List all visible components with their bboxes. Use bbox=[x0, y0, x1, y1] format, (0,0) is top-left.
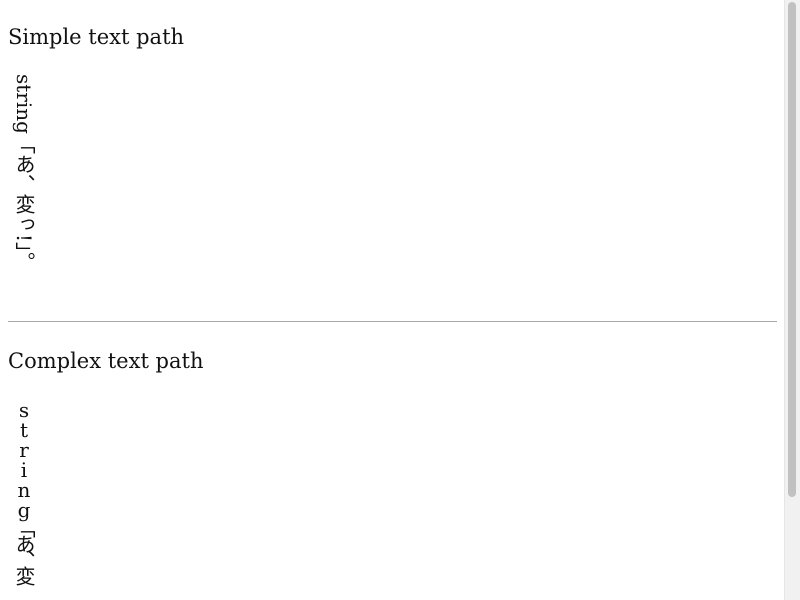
complex-text-path-title: Complex text path bbox=[8, 349, 204, 373]
vertical-scrollbar[interactable] bbox=[784, 0, 800, 600]
page-content: Simple text path string「あ、変っ!」。 Complex … bbox=[0, 0, 785, 600]
complex-vertical-text: string「あ、変 bbox=[12, 398, 36, 582]
simple-vertical-text: string「あ、変っ!」。 bbox=[12, 74, 36, 272]
section-divider bbox=[8, 321, 777, 322]
simple-text-path-title: Simple text path bbox=[8, 25, 185, 49]
scrollbar-thumb[interactable] bbox=[788, 2, 796, 497]
